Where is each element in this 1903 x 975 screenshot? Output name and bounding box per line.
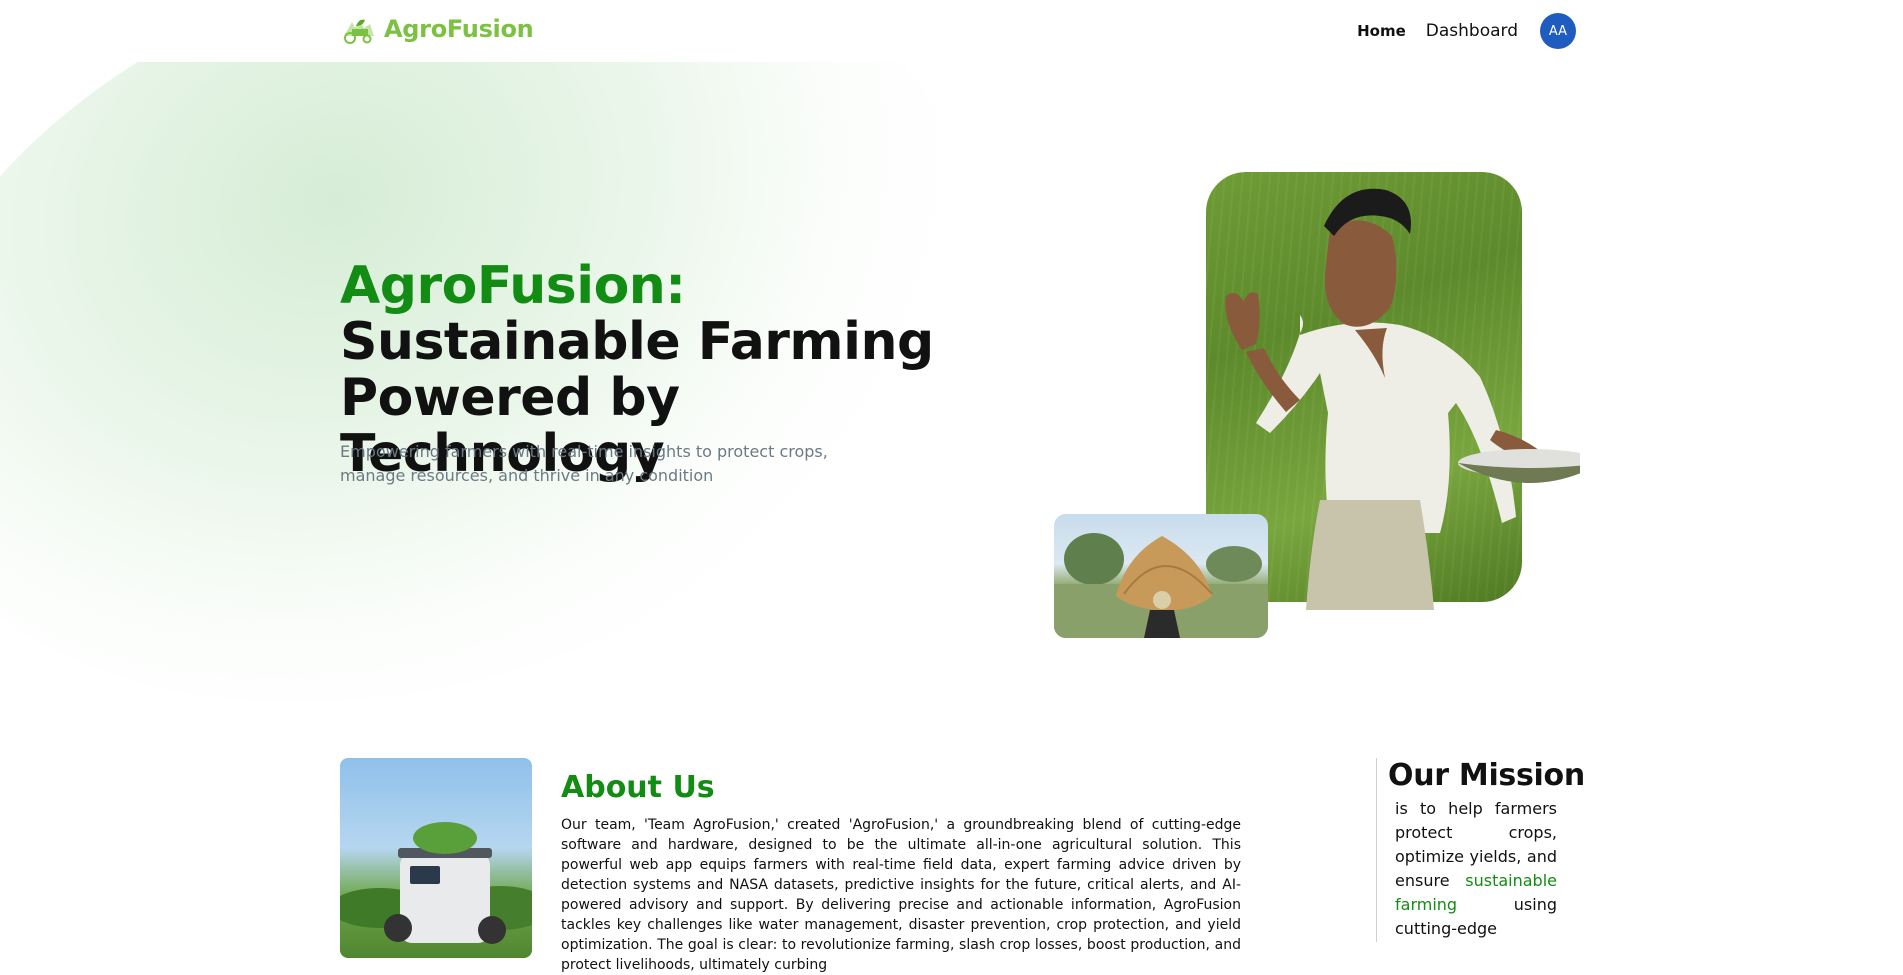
top-navbar: AgroFusion Home Dashboard AA [0, 0, 1903, 62]
user-avatar[interactable]: AA [1540, 13, 1576, 49]
about-title: About Us [561, 770, 715, 805]
logo-link[interactable]: AgroFusion [340, 14, 534, 44]
logo-text: AgroFusion [384, 15, 534, 43]
mission-title: Our Mission [1388, 758, 1585, 793]
tractor-leaf-logo-icon [344, 19, 374, 44]
hero-subtitle: Empowering farmers with real-time insigh… [340, 442, 828, 485]
mission-divider [1376, 758, 1377, 942]
mission-text: is to help farmers protect crops, optimi… [1395, 797, 1557, 941]
main-nav: Home Dashboard AA [1357, 13, 1576, 49]
nav-dashboard-link[interactable]: Dashboard [1426, 21, 1518, 41]
nav-home-link[interactable]: Home [1357, 22, 1406, 40]
about-text: Our team, 'Team AgroFusion,' created 'Ag… [561, 817, 1241, 973]
harvest-carrier-image [1054, 514, 1268, 638]
about-robot-image [340, 758, 532, 958]
hero-title-accent: AgroFusion: [340, 256, 686, 316]
